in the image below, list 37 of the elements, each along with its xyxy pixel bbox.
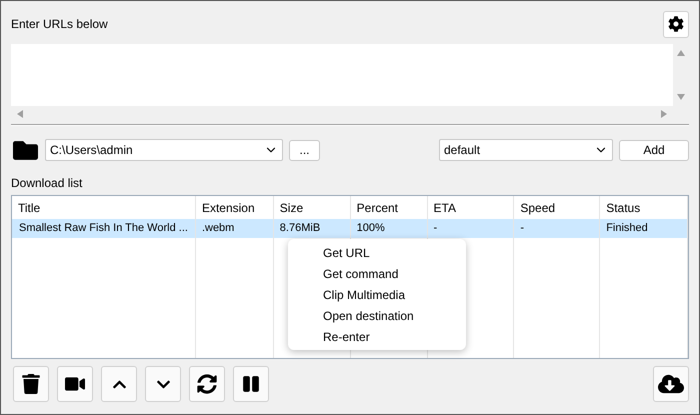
pause-icon <box>242 375 260 393</box>
download-list-label: Download list <box>11 175 84 191</box>
menu-item[interactable]: Open destination <box>288 305 466 326</box>
column-header[interactable]: Title <box>12 196 195 219</box>
download-button[interactable] <box>653 366 689 402</box>
refresh-icon <box>197 374 217 394</box>
table-cell: 100% <box>350 219 427 238</box>
pause-button[interactable] <box>233 366 269 402</box>
table-cell: Smallest Raw Fish In The World ... <box>12 219 195 238</box>
column-header[interactable]: ETA <box>428 196 514 219</box>
column-header[interactable]: Status <box>600 196 688 219</box>
column-header[interactable]: Extension <box>196 196 273 219</box>
menu-item[interactable]: Get command <box>288 263 466 284</box>
path-dropdown[interactable]: C:\Users\admin <box>45 139 283 161</box>
column-header[interactable]: Speed <box>514 196 600 219</box>
delete-button[interactable] <box>13 366 49 402</box>
settings-icon <box>668 16 684 32</box>
menu-item[interactable]: Re-enter <box>288 326 466 347</box>
table-cell: .webm <box>196 219 273 238</box>
move-up-button[interactable] <box>101 366 137 402</box>
video-button[interactable] <box>57 366 93 402</box>
move-down-button[interactable] <box>145 366 181 402</box>
column-header[interactable]: Size <box>274 196 350 219</box>
table-cell: - <box>514 219 600 238</box>
preset-dropdown[interactable]: default <box>439 139 613 161</box>
table-cell: 8.76MiB <box>274 219 350 238</box>
table-cell: Finished <box>600 219 688 238</box>
menu-item[interactable]: Get URL <box>288 242 466 263</box>
settings-button[interactable] <box>663 10 689 38</box>
trash-icon <box>21 374 41 394</box>
add-button[interactable]: Add <box>619 140 689 160</box>
reload-button[interactable] <box>189 366 225 402</box>
table-cell: - <box>428 219 514 238</box>
browse-button[interactable]: ... <box>289 140 320 160</box>
menu-item[interactable]: Clip Multimedia <box>288 284 466 305</box>
column-header[interactable]: Percent <box>350 196 427 219</box>
url-label: Enter URLs below <box>11 16 108 33</box>
